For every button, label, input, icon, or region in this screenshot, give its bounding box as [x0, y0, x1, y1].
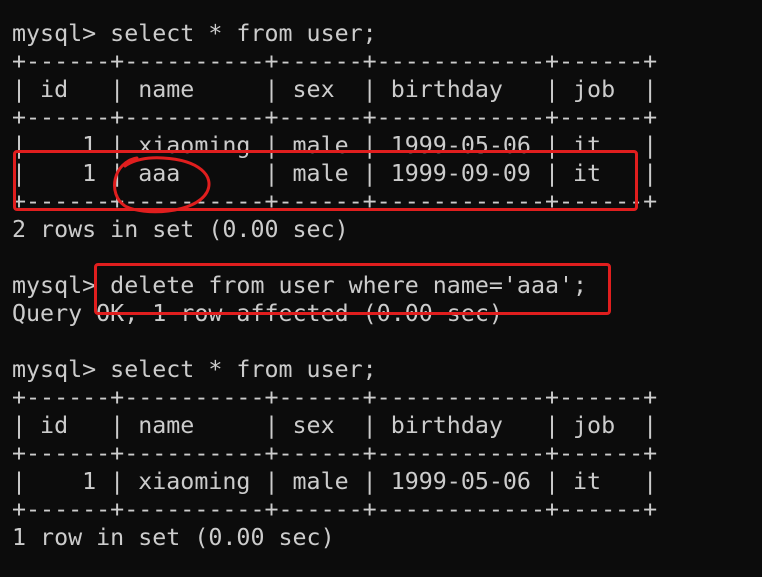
terminal-line-result-summary: 2 rows in set (0.00 sec) — [12, 216, 349, 243]
terminal-line-table-border: +------+----------+------+------------+-… — [12, 496, 658, 523]
terminal-line-table-row: | 1 | aaa | male | 1999-09-09 | it | — [12, 160, 658, 187]
terminal-window[interactable]: mysql> select * from user; +------+-----… — [0, 0, 762, 577]
terminal-line-table-border: +------+----------+------+------------+-… — [12, 104, 658, 131]
terminal-line-table-border: +------+----------+------+------------+-… — [12, 384, 658, 411]
terminal-line-prompt-select-2: mysql> select * from user; — [12, 356, 377, 383]
terminal-line-table-header: | id | name | sex | birthday | job | — [12, 412, 658, 439]
terminal-line-table-row: | 1 | xiaoming | male | 1999-05-06 | it … — [12, 468, 658, 495]
terminal-line-table-header: | id | name | sex | birthday | job | — [12, 76, 658, 103]
terminal-line-table-border: +------+----------+------+------------+-… — [12, 48, 658, 75]
terminal-line-prompt-select-1: mysql> select * from user; — [12, 20, 377, 47]
terminal-line-query-ok: Query OK, 1 row affected (0.00 sec) — [12, 300, 503, 327]
terminal-line-result-summary: 1 row in set (0.00 sec) — [12, 524, 335, 551]
terminal-line-table-row: | 1 | xiaoming | male | 1999-05-06 | it … — [12, 132, 658, 159]
terminal-line-table-border: +------+----------+------+------------+-… — [12, 188, 658, 215]
terminal-line-prompt-delete: mysql> delete from user where name='aaa'… — [12, 272, 588, 299]
terminal-line-table-border: +------+----------+------+------------+-… — [12, 440, 658, 467]
